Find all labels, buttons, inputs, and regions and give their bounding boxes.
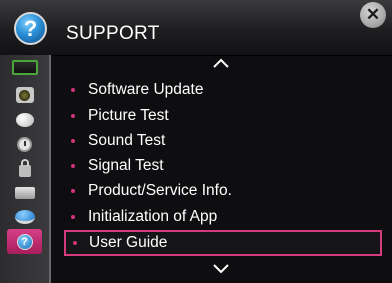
sidebar-item-channels[interactable] [11, 111, 38, 129]
menu-item-label: User Guide [89, 234, 168, 251]
menu-item-software-update[interactable]: Software Update [61, 78, 385, 102]
menu-item-picture-test[interactable]: Picture Test [61, 104, 385, 128]
sidebar-item-lock[interactable] [11, 158, 38, 177]
speaker-icon [15, 87, 34, 103]
satellite-dish-icon [15, 113, 34, 127]
lock-icon [18, 158, 31, 177]
menu-item-signal-test[interactable]: Signal Test [61, 154, 385, 178]
bullet-icon [71, 215, 75, 219]
menu-item-initialization-of-app[interactable]: Initialization of App [61, 205, 385, 229]
sidebar-item-picture[interactable] [11, 58, 38, 76]
page-title: SUPPORT [66, 23, 160, 44]
bullet-icon [71, 88, 75, 92]
menu-item-user-guide[interactable]: User Guide [64, 230, 382, 256]
sidebar-item-network[interactable] [11, 208, 38, 226]
support-panel: ? SUPPORT ✕ ? Software Update Picture Te… [0, 0, 392, 283]
chevron-down-icon[interactable] [211, 263, 231, 275]
menu-item-label: Signal Test [88, 157, 164, 174]
set-top-box-icon [14, 187, 35, 199]
sidebar: ? [0, 55, 51, 283]
bullet-icon [71, 114, 75, 118]
sidebar-item-sound[interactable] [11, 86, 38, 104]
menu-item-product-service-info[interactable]: Product/Service Info. [61, 179, 385, 203]
bullet-icon [71, 164, 75, 168]
menu-item-label: Product/Service Info. [88, 182, 232, 199]
sidebar-item-option[interactable] [11, 184, 38, 202]
help-icon: ? [16, 233, 33, 250]
sidebar-item-support[interactable]: ? [7, 229, 42, 254]
sidebar-item-time[interactable] [11, 135, 38, 153]
menu-item-label: Software Update [88, 81, 204, 98]
bullet-icon [73, 241, 77, 245]
chevron-up-icon[interactable] [211, 57, 231, 69]
menu-item-label: Sound Test [88, 132, 166, 149]
menu-item-label: Initialization of App [88, 208, 218, 225]
globe-icon [14, 210, 35, 224]
monitor-icon [11, 59, 38, 75]
help-icon: ? [14, 12, 47, 45]
support-menu: Software Update Picture Test Sound Test … [51, 55, 392, 283]
menu-item-label: Picture Test [88, 107, 169, 124]
bullet-icon [71, 189, 75, 193]
header-bar: ? SUPPORT ✕ [0, 0, 392, 56]
menu-item-sound-test[interactable]: Sound Test [61, 129, 385, 153]
bullet-icon [71, 139, 75, 143]
close-button[interactable]: ✕ [360, 2, 386, 28]
clock-icon [17, 136, 32, 152]
